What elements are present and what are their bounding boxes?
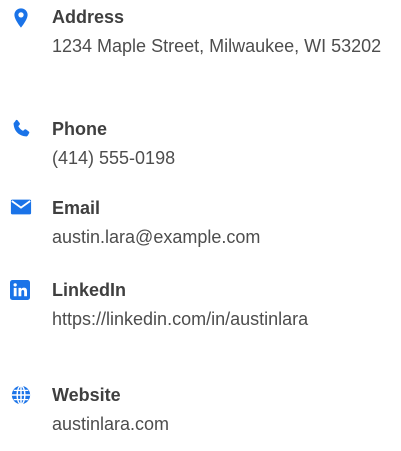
website-value[interactable]: austinlara.com [52,410,382,438]
linkedin-label: LinkedIn [52,280,127,300]
linkedin-icon [10,280,30,300]
phone-icon [10,118,32,140]
email-label: Email [52,198,101,218]
linkedin-value[interactable]: https://linkedin.com/in/austinlara [52,305,382,333]
email-value: austin.lara@example.com [52,227,261,247]
phone-value: (414) 555-0198 [52,148,176,168]
location-pin-icon [10,7,32,29]
globe-icon [10,384,32,406]
website-label: Website [52,385,121,405]
address-label: Address [52,7,125,27]
address-value: 1234 Maple Street, Milwaukee, WI 53202 [52,36,382,56]
contact-list: Address 1234 Maple Street, Milwaukee, WI… [0,0,401,451]
envelope-icon [10,198,32,216]
phone-label: Phone [52,119,108,139]
